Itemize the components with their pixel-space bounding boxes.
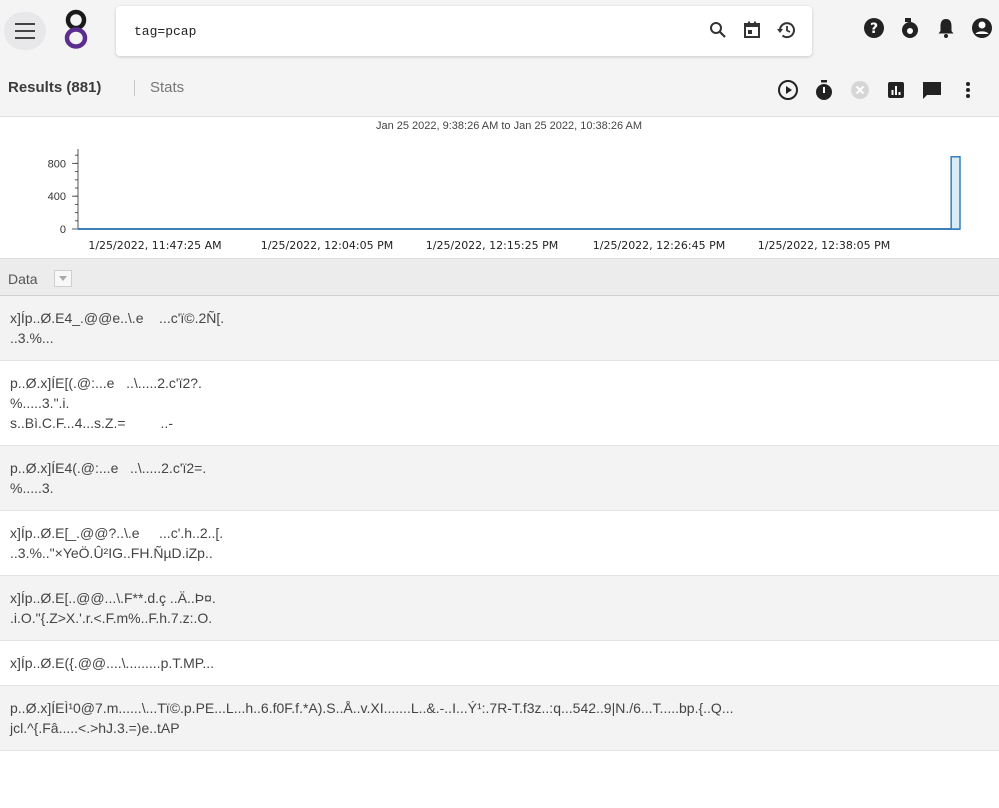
chevron-down-icon bbox=[59, 276, 67, 281]
column-dropdown-button[interactable] bbox=[54, 270, 72, 287]
search-box bbox=[116, 6, 812, 56]
chart-svg[interactable]: 800 400 0 1/25/2022, 11:47:25 AM 1/25/2022, … bbox=[0, 117, 999, 258]
svg-text:?: ? bbox=[870, 21, 878, 37]
result-row-line: x]Íp..Ø.E({.@@....\.........p.T.MP... bbox=[10, 655, 214, 671]
x-tick-label: 1/25/2022, 11:47:25 AM bbox=[88, 239, 221, 252]
cancel-icon bbox=[851, 81, 869, 99]
comment-icon bbox=[923, 82, 941, 99]
history-button[interactable] bbox=[774, 18, 798, 42]
result-row-line: p..Ø.x]ÍE4(.@:...e ..\.....2.c'ï2=. bbox=[10, 460, 207, 476]
x-tick-label: 1/25/2022, 12:38:05 PM bbox=[758, 239, 890, 252]
comment-button[interactable] bbox=[920, 78, 944, 102]
timer-icon bbox=[816, 80, 832, 100]
bell-icon bbox=[938, 19, 954, 38]
x-tick-label: 1/25/2022, 12:15:25 PM bbox=[426, 239, 558, 252]
top-bar: ? bbox=[0, 0, 999, 60]
result-row-line: x]Íp..Ø.E[_.@@?..\.e ...c'.h..2..[. bbox=[10, 525, 224, 541]
result-row-line: x]Íp..Ø.E4_.@@e..\.e ...c'ï©.2Ñ[. bbox=[10, 310, 225, 326]
account-button[interactable] bbox=[970, 16, 994, 40]
y-tick-label: 400 bbox=[48, 191, 66, 203]
kit-icon bbox=[902, 18, 918, 38]
search-input[interactable] bbox=[134, 20, 694, 42]
x-tick-label: 1/25/2022, 12:26:45 PM bbox=[593, 239, 725, 252]
y-tick-label: 0 bbox=[60, 224, 66, 236]
result-row-line: p..Ø.x]ÍEÌ¹0@7.m......\...Tï©.p.PE...L..… bbox=[10, 700, 734, 716]
tab-results[interactable]: Results (881) bbox=[8, 79, 101, 96]
play-circle-icon bbox=[778, 80, 798, 100]
result-row[interactable]: x]Íp..Ø.E[..@@...\.F**.d.ç ..Ä..Þ¤. .i.O.… bbox=[0, 576, 999, 641]
kit-button[interactable] bbox=[898, 16, 922, 40]
timer-button[interactable] bbox=[812, 78, 836, 102]
overview-chart: Jan 25 2022, 9:38:26 AM to Jan 25 2022, … bbox=[0, 117, 999, 258]
data-column-header: Data bbox=[0, 258, 999, 296]
result-row-line: .i.O."{.Z>X.'.r.<.F.m%..F.h.7.z:.O. bbox=[10, 610, 213, 626]
calendar-icon bbox=[744, 21, 760, 38]
x-tick-label: 1/25/2022, 12:04:05 PM bbox=[261, 239, 393, 252]
gravwell-logo-icon[interactable] bbox=[58, 8, 94, 50]
account-icon bbox=[972, 18, 992, 38]
result-row[interactable]: x]Íp..Ø.E4_.@@e..\.e ...c'ï©.2Ñ[. ..3.%..… bbox=[0, 296, 999, 361]
result-row[interactable]: p..Ø.x]ÍE[(.@:...e ..\.....2.c'ï2?.%....… bbox=[0, 361, 999, 446]
result-row[interactable]: x]Íp..Ø.E({.@@....\.........p.T.MP... bbox=[0, 641, 999, 686]
result-row-line: %.....3. bbox=[10, 480, 54, 496]
help-icon: ? bbox=[864, 18, 884, 38]
result-row-line: p..Ø.x]ÍE[(.@:...e ..\.....2.c'ï2?. bbox=[10, 375, 202, 391]
y-tick-label: 800 bbox=[48, 158, 66, 170]
result-row-line: %.....3.".i. bbox=[10, 395, 70, 411]
more-options-button[interactable] bbox=[956, 78, 980, 102]
chart-icon bbox=[888, 82, 904, 98]
more-vertical-icon bbox=[966, 82, 970, 98]
cancel-search-button[interactable] bbox=[848, 78, 872, 102]
chart-button[interactable] bbox=[884, 78, 908, 102]
result-row-line: s..Bì.C.F...4...s.Z.= ..- bbox=[10, 415, 173, 431]
notifications-button[interactable] bbox=[934, 16, 958, 40]
search-button[interactable] bbox=[706, 18, 730, 42]
result-row-line: ..3.%.."×YeÖ.Û²IG..FH.ÑµD.iZp.. bbox=[10, 545, 213, 561]
result-row[interactable]: p..Ø.x]ÍEÌ¹0@7.m......\...Tï©.p.PE...L..… bbox=[0, 686, 999, 751]
chart-title: Jan 25 2022, 9:38:26 AM to Jan 25 2022, … bbox=[375, 120, 643, 132]
result-row[interactable]: p..Ø.x]ÍE4(.@:...e ..\.....2.c'ï2=.%....… bbox=[0, 446, 999, 511]
hamburger-menu-icon bbox=[15, 23, 35, 39]
results-toolbar: Results (881) Stats bbox=[0, 60, 999, 117]
search-icon bbox=[710, 22, 726, 38]
tab-stats[interactable]: Stats bbox=[150, 79, 184, 96]
history-icon bbox=[777, 22, 795, 39]
help-button[interactable]: ? bbox=[862, 16, 886, 40]
result-row-line: ..3.%... bbox=[10, 330, 54, 346]
result-row-line: x]Íp..Ø.E[..@@...\.F**.d.ç ..Ä..Þ¤. bbox=[10, 590, 216, 606]
run-search-button[interactable] bbox=[776, 78, 800, 102]
date-range-button[interactable] bbox=[740, 18, 764, 42]
result-row-line: jcl.^{.Fâ.....<.>hJ.3.=)e..tAP bbox=[10, 720, 180, 736]
data-column-label: Data bbox=[8, 271, 38, 287]
result-row[interactable]: x]Íp..Ø.E[_.@@?..\.e ...c'.h..2..[. ..3.%… bbox=[0, 511, 999, 576]
chart-bar bbox=[950, 156, 961, 230]
results-list: x]Íp..Ø.E4_.@@e..\.e ...c'ï©.2Ñ[. ..3.%..… bbox=[0, 296, 999, 751]
hamburger-menu-button[interactable] bbox=[4, 12, 46, 50]
tab-divider bbox=[134, 80, 135, 96]
